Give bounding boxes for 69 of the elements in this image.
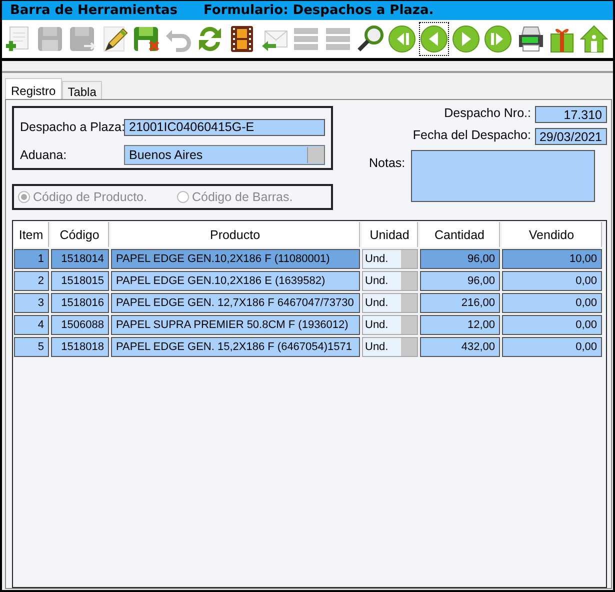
previous-icon	[420, 24, 448, 54]
table-cell[interactable]: 0,00	[502, 293, 602, 313]
table-cell[interactable]: 432,00	[420, 337, 500, 357]
film-strip-icon	[228, 24, 256, 54]
table-cell[interactable]: 1506088	[51, 315, 109, 335]
dropdown[interactable]: Und.	[362, 249, 418, 269]
table-cell[interactable]: PAPEL EDGE GEN. 12,7X186 F 6467047/73730	[111, 293, 360, 313]
radio-label: Código de Barras.	[192, 190, 293, 204]
date-field[interactable]: 29/03/2021	[535, 128, 607, 145]
tab[interactable]: Registro	[5, 78, 62, 99]
table-cell[interactable]: 0,00	[502, 337, 602, 357]
column-header[interactable]: Producto	[111, 222, 360, 247]
field-label: Despacho a Plaza:	[20, 120, 124, 134]
dropdown-value: Und.	[363, 316, 401, 334]
form-title: Formulario: Despachos a Plaza.	[204, 3, 434, 18]
next-icon	[452, 24, 480, 54]
table-cell[interactable]: 4	[14, 315, 49, 335]
last-record-icon	[484, 24, 512, 54]
column-header[interactable]: Item	[14, 222, 49, 247]
table-cell[interactable]: PAPEL EDGE GEN.10,2X186 E (1639582)	[111, 271, 360, 291]
dropdown-value: Und.	[363, 250, 401, 268]
table-cell[interactable]: 96,00	[420, 249, 500, 269]
search-icon	[356, 24, 384, 54]
dropdown-button[interactable]	[307, 147, 324, 164]
notes-field[interactable]	[411, 150, 596, 202]
dropdown-value: Und.	[363, 294, 401, 312]
column-header[interactable]: Cantidad	[420, 222, 500, 247]
radio-label: Código de Producto.	[33, 190, 147, 204]
table-cell[interactable]: 10,00	[502, 249, 602, 269]
dropdown[interactable]: Und.	[362, 337, 418, 357]
table-cell[interactable]: 1518018	[51, 337, 109, 357]
field-label: Aduana:	[20, 148, 68, 162]
dropdown-value: Und.	[363, 272, 401, 290]
number-field[interactable]: 17.310	[535, 106, 607, 123]
table-cell[interactable]: 5	[14, 337, 49, 357]
first-record-icon	[388, 24, 416, 54]
table-cell[interactable]: PAPEL SUPRA PREMIER 50.8CM F (1936012)	[111, 315, 360, 335]
table-cell[interactable]: 0,00	[502, 271, 602, 291]
table-cell[interactable]: 12,00	[420, 315, 500, 335]
table-cell[interactable]: 3	[14, 293, 49, 313]
dropdown[interactable]: Und.	[362, 315, 418, 335]
refresh-arrows-icon	[196, 24, 224, 54]
table-cell[interactable]: 1518015	[51, 271, 109, 291]
table-cell[interactable]: 1518016	[51, 293, 109, 313]
table-cell[interactable]: 1	[14, 249, 49, 269]
column-header[interactable]: Vendido	[502, 222, 602, 247]
field-label: Despacho Nro.:	[444, 106, 532, 122]
column-header[interactable]: Código	[51, 222, 109, 247]
home-icon	[580, 24, 608, 54]
column-header[interactable]: Unidad	[362, 222, 418, 247]
text-field[interactable]: 21001IC04060415G-E	[124, 118, 325, 136]
dropdown-value: Und.	[363, 338, 401, 356]
table-cell[interactable]: 96,00	[420, 271, 500, 291]
dropdown[interactable]: Buenos Aires	[124, 145, 325, 166]
table-cell[interactable]: 216,00	[420, 293, 500, 313]
table-cell[interactable]: PAPEL EDGE GEN.10,2X186 F (11080001)	[111, 249, 360, 269]
dropdown-value: Buenos Aires	[129, 148, 203, 162]
printer-icon	[516, 24, 544, 54]
dropdown[interactable]: Und.	[362, 271, 418, 291]
table-cell[interactable]: 0,00	[502, 315, 602, 335]
window-title: Barra de Herramientas	[10, 3, 178, 18]
dropdown[interactable]: Und.	[362, 293, 418, 313]
field-label: Fecha del Despacho:	[412, 128, 532, 144]
tab[interactable]: Tabla	[62, 81, 102, 99]
table-cell[interactable]: 2	[14, 271, 49, 291]
toolbar-button[interactable]	[419, 22, 449, 56]
table-cell[interactable]: 1518014	[51, 249, 109, 269]
table-cell[interactable]: PAPEL EDGE GEN. 15,2X186 F (6467054)1571	[111, 337, 360, 357]
field-label: Notas:	[369, 155, 406, 172]
